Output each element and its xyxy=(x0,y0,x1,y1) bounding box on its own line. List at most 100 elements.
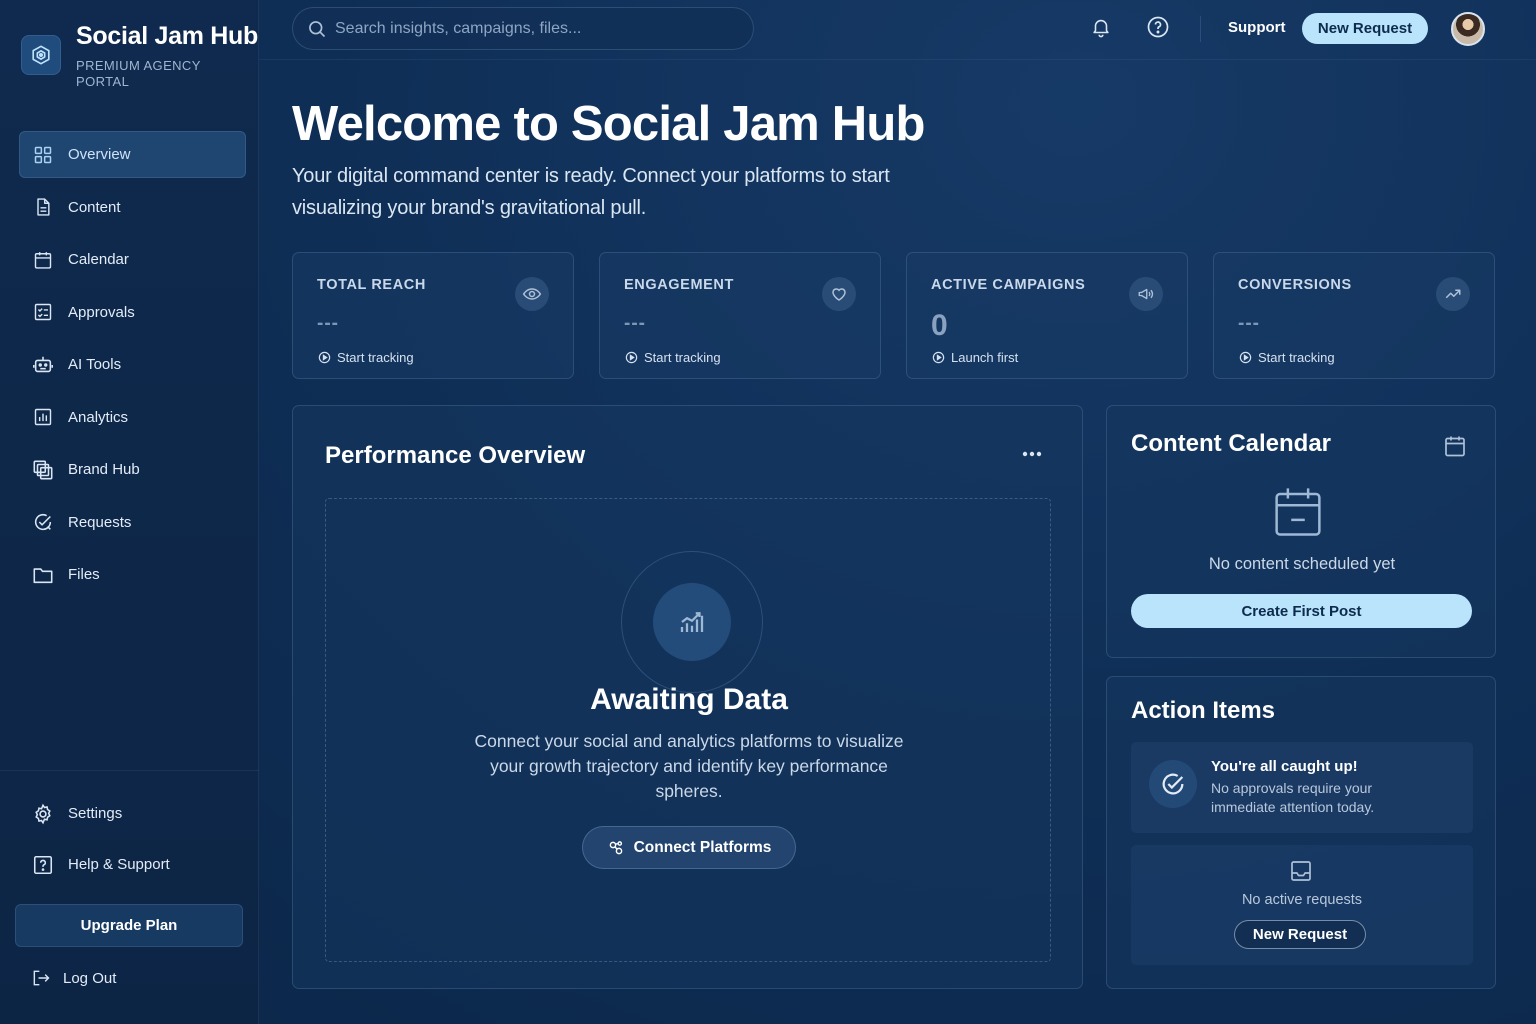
support-link[interactable]: Support xyxy=(1228,19,1286,36)
calendar-icon[interactable] xyxy=(1443,434,1467,458)
hexagon-logo-icon[interactable] xyxy=(21,35,61,75)
sidebar-item-label: Requests xyxy=(68,513,132,531)
sidebar-item-label: Calendar xyxy=(68,251,129,268)
sidebar-item-analytics[interactable]: Analytics xyxy=(19,394,246,441)
stat-label: CONVERSIONS xyxy=(1238,277,1352,293)
stat-link-label: Start tracking xyxy=(644,350,721,365)
sidebar-item-overview[interactable]: Overview xyxy=(19,131,246,178)
play-circle-icon xyxy=(1239,351,1252,364)
stat-label: ENGAGEMENT xyxy=(624,277,734,293)
sidebar-item-settings[interactable]: Settings xyxy=(19,790,246,837)
checklist-icon xyxy=(32,301,54,323)
new-request-secondary-button[interactable]: New Request xyxy=(1234,920,1366,949)
sidebar-item-brand-hub[interactable]: Brand Hub xyxy=(19,446,246,493)
start-tracking-link[interactable]: Start tracking xyxy=(318,350,414,365)
sidebar-item-label: Brand Hub xyxy=(68,461,140,478)
logout-button[interactable]: Log Out xyxy=(31,968,116,988)
stat-card-total-reach: TOTAL REACH --- Start tracking xyxy=(292,252,574,379)
search-input[interactable] xyxy=(335,19,735,38)
sidebar-divider xyxy=(0,770,259,771)
avatar[interactable] xyxy=(1451,12,1485,46)
calendar-empty-text: No content scheduled yet xyxy=(1208,555,1396,573)
new-request-button[interactable]: New Request xyxy=(1302,13,1428,44)
sidebar-item-requests[interactable]: Requests xyxy=(19,499,246,546)
heart-icon xyxy=(822,277,856,311)
calendar-empty-icon xyxy=(1271,484,1325,540)
search-bar[interactable] xyxy=(292,7,754,50)
stat-card-conversions: CONVERSIONS --- Start tracking xyxy=(1213,252,1495,379)
sidebar-item-approvals[interactable]: Approvals xyxy=(19,289,246,336)
caught-up-notice: You're all caught up! No approvals requi… xyxy=(1131,742,1473,833)
empty-state-ring xyxy=(621,551,763,693)
folder-icon xyxy=(32,564,54,586)
upgrade-plan-button[interactable]: Upgrade Plan xyxy=(15,904,243,947)
calendar-title: Content Calendar xyxy=(1131,430,1332,457)
connect-platforms-button[interactable]: Connect Platforms xyxy=(582,826,796,869)
stat-label: ACTIVE CAMPAIGNS xyxy=(931,277,1086,293)
page-title: Welcome to Social Jam Hub xyxy=(292,97,925,151)
content-calendar-card: Content Calendar No content scheduled ye… xyxy=(1106,405,1496,658)
logout-label: Log Out xyxy=(63,969,117,987)
sidebar-item-content[interactable]: Content xyxy=(19,184,246,231)
action-items-card: Action Items You're all caught up! No ap… xyxy=(1106,676,1496,989)
page-subtitle: Your digital command center is ready. Co… xyxy=(292,165,890,219)
start-tracking-link[interactable]: Start tracking xyxy=(1239,350,1335,365)
sidebar-item-label: Content xyxy=(68,198,121,216)
no-requests-text: No active requests xyxy=(1241,892,1363,908)
notifications-bell-icon[interactable] xyxy=(1088,14,1114,40)
topbar: Support New Request xyxy=(259,0,1536,60)
requests-empty-state: No active requests New Request xyxy=(1131,845,1473,965)
stat-link-label: Launch first xyxy=(951,350,1019,365)
start-tracking-link[interactable]: Start tracking xyxy=(625,350,721,365)
stat-link-label: Start tracking xyxy=(1258,350,1335,365)
eye-icon xyxy=(515,277,549,311)
sidebar-item-label: Approvals xyxy=(68,303,135,321)
search-icon xyxy=(307,19,327,39)
trending-up-icon xyxy=(1436,277,1470,311)
sidebar-item-label: Settings xyxy=(68,805,123,822)
sidebar-item-label: Analytics xyxy=(68,408,129,426)
sidebar-item-help[interactable]: Help & Support xyxy=(19,841,246,888)
sidebar-item-label: Overview xyxy=(68,146,131,163)
robot-icon xyxy=(32,354,54,376)
help-circle-icon[interactable] xyxy=(1145,14,1171,40)
stat-card-engagement: ENGAGEMENT --- Start tracking xyxy=(599,252,881,379)
gear-icon xyxy=(32,803,54,825)
connect-platforms-label: Connect Platforms xyxy=(633,838,772,856)
awaiting-data-title: Awaiting Data xyxy=(590,683,788,716)
sidebar-item-calendar[interactable]: Calendar xyxy=(19,236,246,283)
brand: Social Jam Hub PREMIUM AGENCY PORTAL xyxy=(21,20,258,90)
stat-label: TOTAL REACH xyxy=(317,277,426,293)
sidebar-item-ai-tools[interactable]: AI Tools xyxy=(19,341,246,388)
launch-first-link[interactable]: Launch first xyxy=(932,350,1018,365)
analytics-chart-icon xyxy=(653,583,731,661)
play-circle-icon xyxy=(318,351,331,364)
stat-value: 0 xyxy=(931,309,949,342)
stat-value: --- xyxy=(624,313,646,334)
stat-card-active-campaigns: ACTIVE CAMPAIGNS 0 Launch first xyxy=(906,252,1188,379)
brand-subtitle: PREMIUM AGENCY PORTAL xyxy=(76,58,258,90)
play-circle-icon xyxy=(625,351,638,364)
performance-empty-state: Awaiting Data Connect your social and an… xyxy=(325,498,1051,962)
sidebar-item-files[interactable]: Files xyxy=(19,551,246,598)
caught-up-title: You're all caught up! xyxy=(1211,758,1358,775)
more-options-icon[interactable] xyxy=(1017,444,1047,464)
create-first-post-button[interactable]: Create First Post xyxy=(1131,594,1472,628)
check-circle-icon xyxy=(1149,760,1197,808)
grid-icon xyxy=(32,144,54,166)
topbar-separator xyxy=(1200,16,1201,42)
awaiting-data-text: Connect your social and analytics platfo… xyxy=(474,731,904,801)
bar-chart-icon xyxy=(32,406,54,428)
layers-icon xyxy=(32,459,54,481)
sidebar-bottom-nav: Settings Help & Support xyxy=(19,790,246,892)
check-request-icon xyxy=(32,511,54,533)
document-icon xyxy=(32,196,54,218)
logout-icon xyxy=(31,968,51,988)
megaphone-icon xyxy=(1129,277,1163,311)
brand-subtitle-line1: PREMIUM AGENCY xyxy=(76,58,201,73)
sidebar-item-label: Files xyxy=(68,566,100,583)
sidebar-nav: Overview Content Calendar Approvals AI T… xyxy=(19,131,246,604)
performance-overview-card: Performance Overview Awaiting Data Conne… xyxy=(292,405,1083,989)
help-icon xyxy=(32,854,54,876)
sidebar: Social Jam Hub PREMIUM AGENCY PORTAL Ove… xyxy=(0,0,259,1024)
